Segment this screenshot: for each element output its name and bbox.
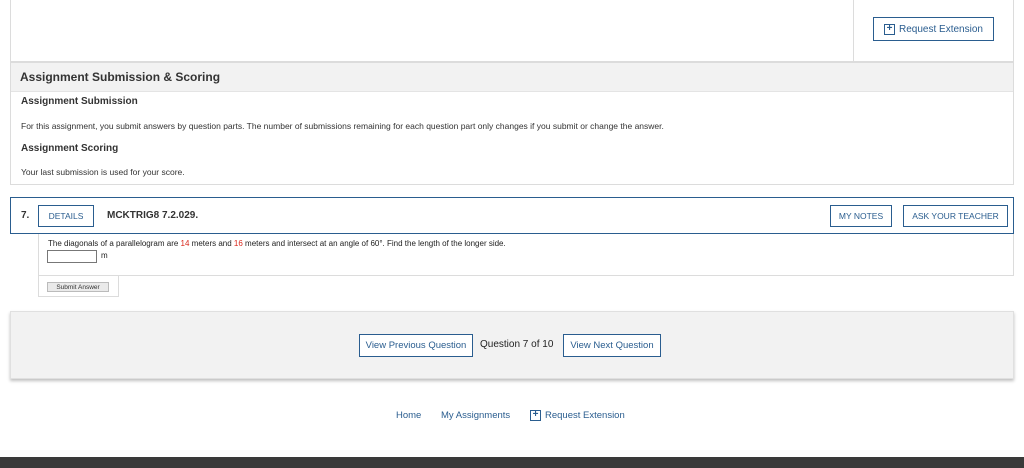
question-header: 7. DETAILS MCKTRIG8 7.2.029. MY NOTES AS… bbox=[10, 197, 1014, 234]
assignment-scoring-panel: Assignment Submission & Scoring Assignme… bbox=[10, 62, 1014, 185]
footer-links: Home My Assignments Request Extension bbox=[0, 408, 1024, 424]
view-next-question-button[interactable]: View Next Question bbox=[563, 334, 661, 357]
footer-request-extension-link[interactable]: Request Extension bbox=[530, 408, 625, 422]
answer-input[interactable] bbox=[47, 250, 97, 263]
calendar-plus-icon bbox=[530, 408, 541, 422]
my-notes-button[interactable]: MY NOTES bbox=[830, 205, 892, 227]
question-navigation: View Previous Question Question 7 of 10 … bbox=[10, 311, 1014, 379]
answer-unit: m bbox=[101, 251, 108, 260]
question-counter: Question 7 of 10 bbox=[480, 339, 554, 350]
footer-my-assignments-link[interactable]: My Assignments bbox=[441, 410, 510, 421]
diagonal-value-2: 16 bbox=[233, 239, 243, 248]
ask-teacher-button[interactable]: ASK YOUR TEACHER bbox=[903, 205, 1008, 227]
scoring-text: Your last submission is used for your sc… bbox=[21, 167, 185, 177]
details-button[interactable]: DETAILS bbox=[38, 205, 94, 227]
top-panel: Request Extension bbox=[10, 0, 1014, 62]
submission-text: For this assignment, you submit answers … bbox=[21, 121, 664, 131]
column-divider bbox=[853, 0, 854, 61]
request-extension-label: Request Extension bbox=[899, 23, 983, 35]
submission-heading: Assignment Submission bbox=[21, 96, 138, 107]
question-body: The diagonals of a parallelogram are 14 … bbox=[38, 234, 1014, 276]
scoring-heading: Assignment Scoring bbox=[21, 143, 119, 154]
submit-area: Submit Answer bbox=[38, 276, 119, 297]
bottom-bar bbox=[0, 457, 1024, 468]
submit-answer-button[interactable]: Submit Answer bbox=[47, 282, 109, 292]
question-text: The diagonals of a parallelogram are 14 … bbox=[48, 239, 506, 248]
view-previous-question-button[interactable]: View Previous Question bbox=[359, 334, 473, 357]
footer-home-link[interactable]: Home bbox=[396, 410, 421, 421]
question-number: 7. bbox=[21, 210, 30, 221]
scoring-panel-title: Assignment Submission & Scoring bbox=[11, 63, 1013, 92]
request-extension-button[interactable]: Request Extension bbox=[873, 17, 994, 41]
question-code: MCKTRIG8 7.2.029. bbox=[107, 210, 199, 221]
calendar-plus-icon bbox=[884, 22, 896, 36]
